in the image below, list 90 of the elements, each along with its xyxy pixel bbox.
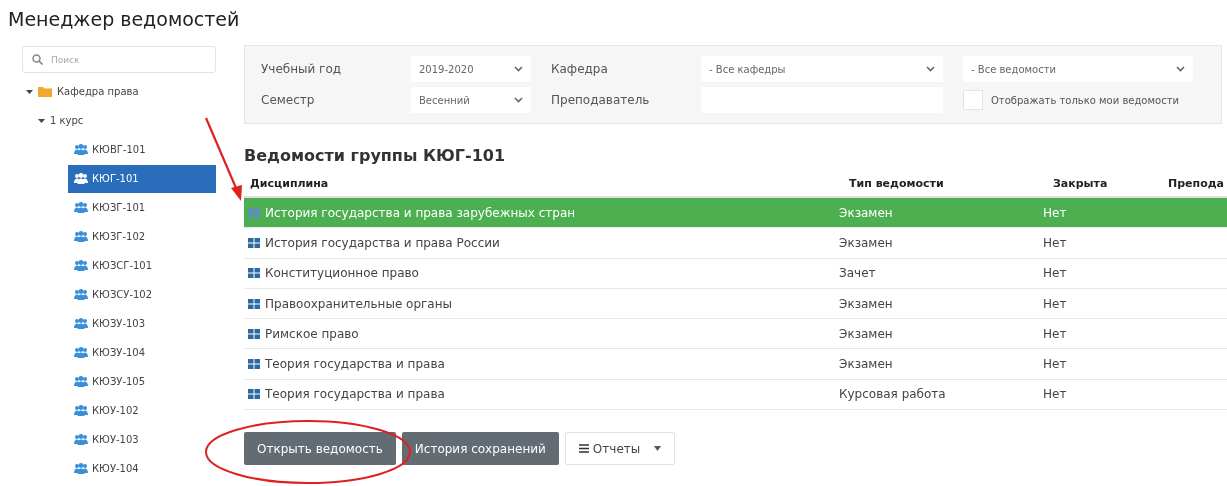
tree-node[interactable]: Кафедра права — [22, 77, 216, 106]
table-row[interactable]: Конституционное право Зачет Нет — [244, 258, 1227, 289]
table-cell: История государства и права зарубежных стран — [265, 205, 576, 220]
table-cell: Зачет — [839, 266, 876, 281]
table-cell: История государства и права России — [265, 235, 500, 250]
table-cell: Экзамен — [839, 326, 893, 341]
checkbox-label: Отображать только мои ведомости — [991, 94, 1179, 106]
tree-item[interactable]: КЮЗУ-103 — [68, 309, 216, 338]
sheets-select[interactable]: - Все ведомости — [963, 56, 1193, 82]
search-icon — [32, 54, 43, 65]
tree-item[interactable]: КЮВГ-101 — [68, 135, 216, 164]
people-icon — [74, 202, 88, 213]
table-cell: Экзамен — [839, 205, 893, 220]
people-icon — [74, 405, 88, 416]
people-icon — [74, 144, 88, 155]
grid-icon — [248, 268, 260, 279]
grid-icon — [248, 389, 260, 400]
tree-item[interactable]: КЮУ-103 — [68, 425, 216, 454]
tree-item[interactable]: КЮЗСГ-101 — [68, 251, 216, 280]
field-label: Кафедра — [551, 62, 609, 76]
table-row[interactable]: Теория государства и права Экзамен Нет — [244, 349, 1227, 380]
table-cell: Правоохранительные органы — [265, 296, 453, 311]
tree-item[interactable]: КЮЗСУ-102 — [68, 280, 216, 309]
column-header: Закрыта — [1052, 177, 1109, 190]
table-cell: Экзамен — [839, 235, 893, 250]
chevron-down-icon — [514, 97, 523, 103]
table-cell: Нет — [1043, 266, 1067, 281]
table-cell: Нет — [1043, 387, 1067, 402]
menu-icon — [578, 444, 589, 454]
field-label: Учебный год — [261, 62, 343, 76]
checkbox[interactable] — [963, 90, 983, 110]
people-icon — [74, 347, 88, 358]
tree-item[interactable]: КЮЗГ-101 — [68, 193, 216, 222]
column-header: Тип ведомости — [848, 177, 945, 190]
caret-down-icon[interactable] — [26, 88, 33, 95]
column-header: Препода — [1167, 177, 1225, 190]
table-row[interactable]: Правоохранительные органы Экзамен Нет — [244, 288, 1227, 320]
table-cell: Нет — [1043, 326, 1067, 341]
table-cell: Экзамен — [839, 296, 893, 311]
grid-icon — [248, 359, 260, 370]
semester-select[interactable]: Весенний — [411, 87, 531, 113]
tree-node[interactable]: 1 курс — [22, 106, 216, 135]
grid-icon — [248, 328, 260, 339]
table-cell: Теория государства и права — [265, 387, 445, 402]
tree-item[interactable]: КЮУ-104 — [68, 454, 216, 483]
caret-down-icon[interactable] — [38, 117, 45, 124]
table-cell: Курсовая работа — [839, 387, 946, 402]
people-icon — [74, 231, 88, 242]
people-icon — [74, 173, 88, 184]
action-button[interactable]: Открыть ведомость — [244, 432, 396, 466]
people-icon — [74, 318, 88, 329]
table-row[interactable]: Теория государства и права Курсовая работа Нет — [244, 379, 1227, 411]
table-cell: Нет — [1043, 205, 1067, 220]
table-cell: Нет — [1043, 357, 1067, 372]
people-icon — [74, 463, 88, 474]
table-cell: Римское право — [265, 326, 359, 341]
tree-item[interactable]: КЮГ-101 — [68, 164, 216, 193]
section-heading: Ведомости группы КЮГ-101 — [244, 146, 507, 165]
table-cell: Теория государства и права — [265, 357, 445, 372]
table-cell: Экзамен — [839, 357, 893, 372]
search-field[interactable]: Поиск — [22, 46, 216, 73]
chevron-down-icon — [926, 66, 935, 72]
tree-item[interactable]: КЮЗУ-105 — [68, 367, 216, 396]
table-row[interactable]: История государства и права России Экзамен Нет — [244, 228, 1227, 259]
field-label: Семестр — [261, 93, 316, 107]
chevron-down-icon — [1176, 66, 1185, 72]
table-cell: Нет — [1043, 296, 1067, 311]
people-icon — [74, 289, 88, 300]
people-icon — [74, 376, 88, 387]
table-cell: Конституционное право — [265, 266, 419, 281]
people-icon — [74, 260, 88, 271]
caret-icon — [654, 446, 662, 452]
year-select[interactable]: 2019-2020 — [411, 56, 531, 82]
tree-item[interactable]: КЮУ-102 — [68, 396, 216, 425]
grid-icon — [248, 207, 260, 218]
tree-item[interactable]: КЮЗГ-102 — [68, 222, 216, 251]
people-icon — [74, 434, 88, 445]
field-label: Преподаватель — [551, 93, 651, 107]
table-row[interactable]: Римское право Экзамен Нет — [244, 319, 1227, 350]
action-button[interactable]: История сохранений — [401, 432, 559, 466]
chevron-down-icon — [514, 66, 523, 72]
column-header: Дисциплина — [249, 177, 330, 190]
tree-item[interactable]: КЮЗУ-104 — [68, 338, 216, 367]
folder-icon — [38, 86, 52, 97]
grid-icon — [248, 237, 260, 248]
page-title: Менеджер ведомостей — [7, 7, 241, 32]
grid-icon — [248, 298, 260, 309]
table-cell: Нет — [1043, 235, 1067, 250]
department-select[interactable]: - Все кафедры — [701, 56, 943, 82]
reports-menu-button[interactable]: Отчеты — [564, 432, 676, 466]
